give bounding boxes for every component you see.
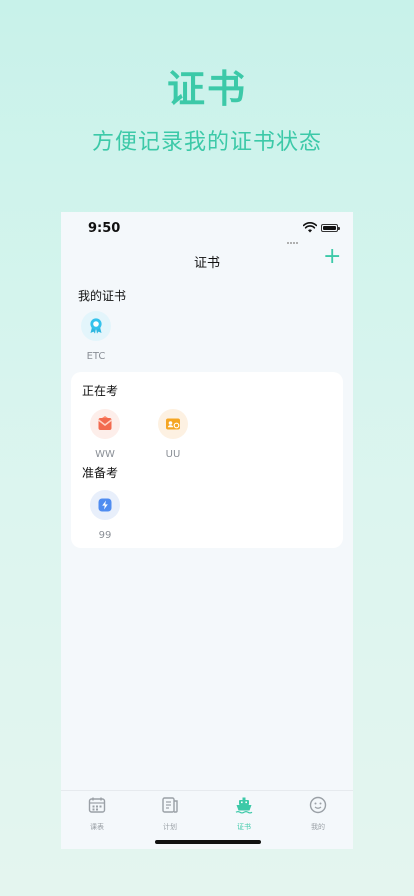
nav-bar: 证书 + [61,246,353,274]
exam-status-card: 正在考 WW UU 准备考 99 [71,372,343,548]
lightning-icon [90,490,120,520]
battery-icon [321,224,340,232]
status-time: 9:50 [88,221,121,236]
ship-icon [235,797,253,814]
wifi-icon [303,222,317,233]
certificate-item[interactable]: 99 [75,490,135,541]
tab-label: 课表 [90,823,104,831]
tab-label: 计划 [163,823,177,831]
smile-face-icon [309,796,327,814]
certificate-label: 99 [98,530,112,541]
section-title-preparing: 准备考 [82,466,119,480]
certificate-label: WW [95,449,115,460]
tab-plan[interactable]: 计划 [150,796,190,832]
id-card-icon [158,409,188,439]
tab-schedule[interactable]: 课表 [77,796,117,832]
section-title-in-exam: 正在考 [82,384,119,398]
phone-screen: 9:50 证书 + 我的证书 ETC 正在考 WW UU 准备考 99 课表 计… [61,212,353,849]
signal-icon [287,229,301,244]
tab-certificates[interactable]: 证书 [224,796,264,832]
calendar-icon [88,797,106,813]
section-title-my-certificates: 我的证书 [78,289,127,303]
award-ribbon-icon [81,311,111,341]
tab-label: 证书 [237,823,251,831]
nav-title: 证书 [193,256,220,271]
certificate-item[interactable]: WW [75,409,135,460]
certificate-item[interactable]: ETC [66,311,126,362]
red-envelope-icon [90,409,120,439]
certificate-label: UU [165,449,181,460]
certificate-item[interactable]: UU [143,409,203,460]
plan-book-icon [162,797,178,813]
status-bar: 9:50 [61,212,353,246]
certificate-label: ETC [86,351,106,362]
home-indicator [155,840,261,844]
hero-subtitle: 方便记录我的证书状态 [91,130,322,155]
add-certificate-button[interactable]: + [323,246,341,268]
tab-label: 我的 [311,823,325,831]
hero-title: 证书 [166,67,247,111]
tab-profile[interactable]: 我的 [298,796,338,832]
